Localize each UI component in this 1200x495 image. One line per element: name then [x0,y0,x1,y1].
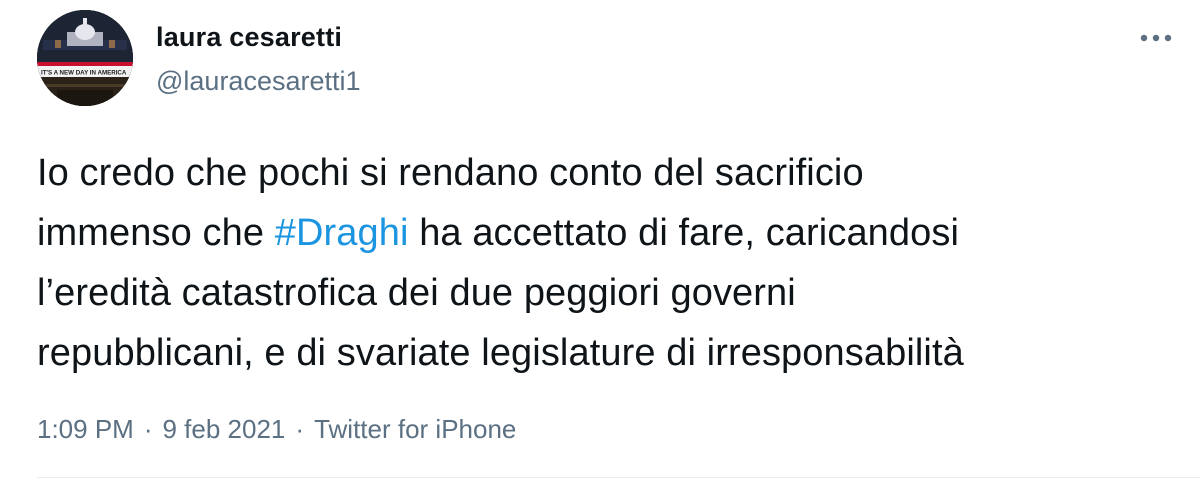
meta-separator: · [295,414,305,444]
tweet-text-segment: immenso che [37,212,275,254]
tweet-text-line: immenso che #Draghi ha accettato di fare… [37,203,1177,263]
more-dots-icon [1140,34,1172,42]
tweet-text-line: Io credo che pochi si rendano conto del … [37,152,864,194]
tweet-card: IT'S A NEW DAY IN AMERICA laura cesarett… [0,0,1200,495]
user-handle[interactable]: @lauracesaretti1 [156,66,361,97]
meta-separator: · [143,414,153,444]
tweet-text-segment: ha accettato di fare, caricandosi [408,212,960,254]
display-name[interactable]: laura cesaretti [156,22,342,53]
avatar-caption-text: IT'S A NEW DAY IN AMERICA [41,70,127,77]
tweet-source[interactable]: Twitter for iPhone [314,414,516,444]
hashtag-link[interactable]: #Draghi [275,212,409,254]
tweet-text-line: l’eredità catastrofica dei due peggiori … [37,272,796,314]
tweet-text: Io credo che pochi si rendano conto del … [37,143,1177,383]
tweet-metadata: 1:09 PM · 9 feb 2021 · Twitter for iPhone [37,414,516,445]
avatar[interactable]: IT'S A NEW DAY IN AMERICA [37,10,133,106]
avatar-image: IT'S A NEW DAY IN AMERICA [37,10,133,106]
more-options-button[interactable] [1134,24,1178,52]
tweet-text-line: repubblicani, e di svariate legislature … [37,332,964,374]
tweet-time[interactable]: 1:09 PM [37,414,134,444]
divider [37,477,1200,478]
tweet-date[interactable]: 9 feb 2021 [163,414,286,444]
